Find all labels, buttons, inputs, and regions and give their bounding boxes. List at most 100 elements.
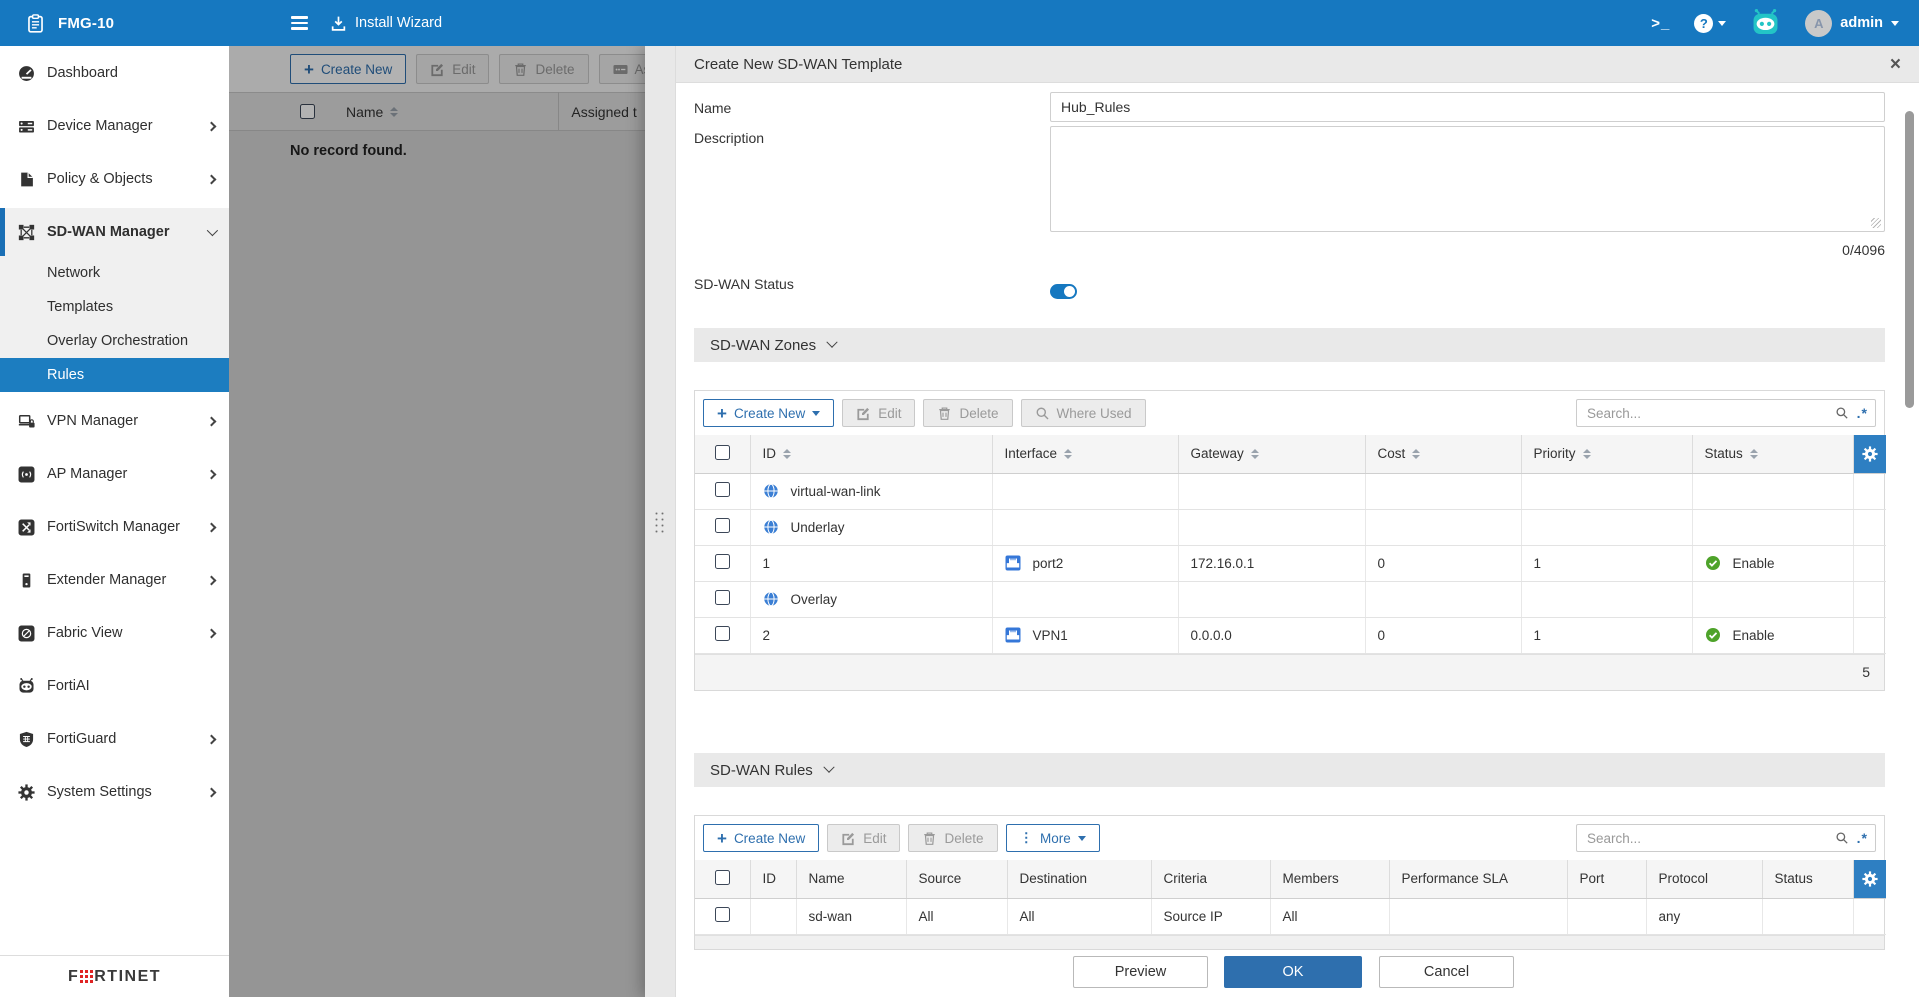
scrollbar-thumb[interactable]: [1905, 111, 1914, 408]
gauge-icon: [18, 65, 35, 82]
column-status[interactable]: Status: [1762, 860, 1853, 898]
column-criteria[interactable]: Criteria: [1151, 860, 1270, 898]
rules-create-new-button[interactable]: + Create New: [703, 824, 819, 852]
row-checkbox[interactable]: [715, 907, 730, 922]
name-input[interactable]: [1050, 92, 1885, 122]
sidebar-item-policy-objects[interactable]: Policy & Objects: [0, 155, 229, 203]
column-source[interactable]: Source: [906, 860, 1007, 898]
zones-where-used-button[interactable]: Where Used: [1021, 399, 1146, 427]
rules-edit-button[interactable]: Edit: [827, 824, 900, 852]
sidebar-item-network[interactable]: Network: [0, 256, 229, 290]
zones-edit-button[interactable]: Edit: [842, 399, 915, 427]
table-row[interactable]: 1 port2 172.16.0.1 01 Enable: [695, 545, 1886, 581]
cancel-button[interactable]: Cancel: [1379, 956, 1514, 988]
sidebar-item-label: SD-WAN Manager: [47, 224, 169, 240]
fortinet-logo: FRTINET: [68, 968, 161, 986]
sidebar-item-fortiswitch-manager[interactable]: FortiSwitch Manager: [0, 503, 229, 551]
help-menu[interactable]: ?: [1694, 14, 1726, 33]
sidebar: Dashboard Device Manager Policy & Object…: [0, 46, 229, 997]
column-status[interactable]: Status: [1692, 435, 1853, 473]
sidebar-item-templates[interactable]: Templates: [0, 290, 229, 324]
select-all-checkbox[interactable]: [715, 445, 730, 460]
vpn-interface-icon: [1005, 627, 1021, 643]
zones-create-new-button[interactable]: + Create New: [703, 399, 834, 427]
document-icon: [18, 171, 35, 188]
hamburger-menu-icon[interactable]: [291, 16, 308, 29]
textarea-resize-grip[interactable]: [1871, 218, 1881, 228]
extender-icon: [18, 572, 35, 589]
panel-resize-splitter[interactable]: [645, 46, 676, 997]
column-settings-gear-button[interactable]: [1853, 860, 1886, 898]
preview-button[interactable]: Preview: [1073, 956, 1208, 988]
sidebar-subitem-label: Templates: [47, 299, 113, 315]
chevron-down-icon: [1078, 836, 1086, 841]
column-members[interactable]: Members: [1270, 860, 1389, 898]
ok-button[interactable]: OK: [1224, 956, 1362, 988]
chevron-right-icon: [207, 522, 217, 532]
table-row[interactable]: Overlay: [695, 581, 1886, 617]
column-performance-sla[interactable]: Performance SLA: [1389, 860, 1567, 898]
scrollbar[interactable]: [1905, 111, 1914, 411]
search-icon[interactable]: [1835, 406, 1849, 420]
row-checkbox[interactable]: [715, 554, 730, 569]
description-textarea[interactable]: [1050, 126, 1885, 232]
select-all-checkbox[interactable]: [715, 870, 730, 885]
sidebar-item-device-manager[interactable]: Device Manager: [0, 102, 229, 150]
table-row[interactable]: sd-wan All All Source IP All any: [695, 898, 1886, 934]
app-logo[interactable]: FMG-10: [0, 14, 229, 33]
sidebar-item-vpn-manager[interactable]: VPN Manager: [0, 397, 229, 445]
zones-section-header[interactable]: SD-WAN Zones: [694, 328, 1885, 362]
row-checkbox[interactable]: [715, 518, 730, 533]
rules-delete-button[interactable]: Delete: [908, 824, 997, 852]
robot-icon: [18, 678, 35, 695]
install-wizard-button[interactable]: Install Wizard: [330, 15, 442, 32]
row-checkbox[interactable]: [715, 482, 730, 497]
column-id[interactable]: ID: [750, 860, 796, 898]
column-protocol[interactable]: Protocol: [1646, 860, 1762, 898]
row-checkbox[interactable]: [715, 626, 730, 641]
gear-icon: [1862, 446, 1878, 462]
sidebar-item-fabric-view[interactable]: Fabric View: [0, 609, 229, 657]
rules-section-header[interactable]: SD-WAN Rules: [694, 753, 1885, 787]
row-checkbox[interactable]: [715, 590, 730, 605]
sidebar-group-sdwan: SD-WAN Manager Network Templates Overlay…: [0, 208, 229, 392]
column-gateway[interactable]: Gateway: [1178, 435, 1365, 473]
column-destination[interactable]: Destination: [1007, 860, 1151, 898]
regex-search-icon[interactable]: .*: [1857, 405, 1868, 421]
column-id[interactable]: ID: [750, 435, 992, 473]
column-name[interactable]: Name: [796, 860, 906, 898]
sidebar-item-extender-manager[interactable]: Extender Manager: [0, 556, 229, 604]
rules-more-button[interactable]: ⋮ More: [1006, 824, 1100, 852]
sidebar-item-overlay-orchestration[interactable]: Overlay Orchestration: [0, 324, 229, 358]
column-interface[interactable]: Interface: [992, 435, 1178, 473]
fortiai-assistant-icon[interactable]: [1750, 9, 1781, 38]
column-cost[interactable]: Cost: [1365, 435, 1521, 473]
help-icon: ?: [1694, 14, 1713, 33]
sidebar-item-fortiguard[interactable]: FortiGuard: [0, 715, 229, 763]
admin-menu[interactable]: A admin: [1805, 10, 1899, 37]
table-row[interactable]: Underlay: [695, 509, 1886, 545]
sidebar-item-sdwan-manager[interactable]: SD-WAN Manager: [0, 208, 229, 256]
regex-search-icon[interactable]: .*: [1857, 830, 1868, 846]
rules-search-input[interactable]: [1576, 824, 1876, 852]
rules-search: .*: [1576, 824, 1876, 852]
column-priority[interactable]: Priority: [1521, 435, 1692, 473]
zones-search-input[interactable]: [1576, 399, 1876, 427]
column-port[interactable]: Port: [1567, 860, 1646, 898]
search-icon[interactable]: [1835, 831, 1849, 845]
sidebar-item-fortiai[interactable]: FortiAI: [0, 662, 229, 710]
zones-delete-button[interactable]: Delete: [923, 399, 1012, 427]
sidebar-item-rules[interactable]: Rules: [0, 358, 229, 392]
sidebar-item-ap-manager[interactable]: AP Manager: [0, 450, 229, 498]
sidebar-item-dashboard[interactable]: Dashboard: [0, 49, 229, 97]
drag-grip-icon[interactable]: [655, 512, 664, 533]
table-row[interactable]: 2 VPN1 0.0.0.0 01 Enable: [695, 617, 1886, 653]
sidebar-item-system-settings[interactable]: System Settings: [0, 768, 229, 816]
close-icon[interactable]: ×: [1890, 55, 1901, 74]
column-settings-gear-button[interactable]: [1853, 435, 1886, 473]
sdwan-status-toggle[interactable]: [1050, 284, 1077, 299]
zone-icon: [763, 591, 779, 607]
top-bar: FMG-10 Install Wizard >_ ? A admin: [0, 0, 1919, 46]
cli-console-icon[interactable]: >_: [1651, 15, 1670, 32]
table-row[interactable]: virtual-wan-link: [695, 473, 1886, 509]
